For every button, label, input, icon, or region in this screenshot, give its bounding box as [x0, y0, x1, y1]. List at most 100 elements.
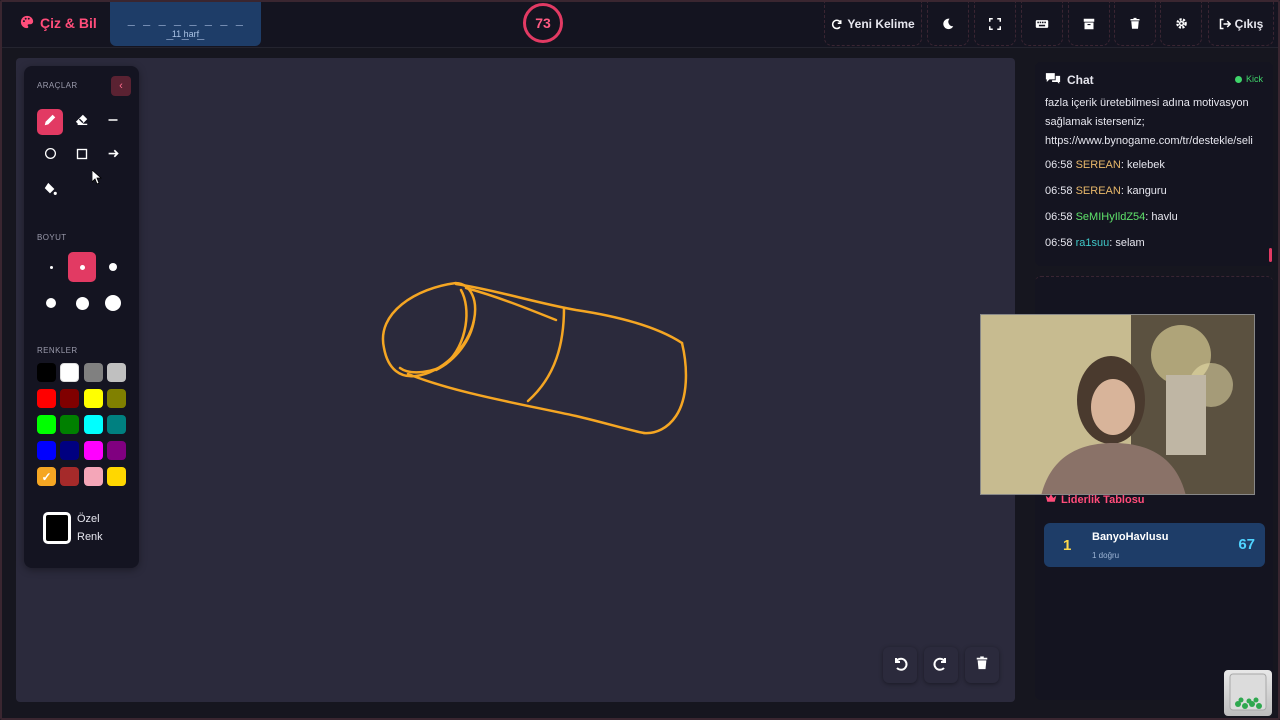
color-swatch[interactable]: ✓: [37, 467, 56, 486]
settings-button[interactable]: [1160, 2, 1202, 46]
kick-label: Kick: [1245, 74, 1263, 84]
stroke-bottom-line: [406, 372, 646, 435]
round-timer: 73: [523, 3, 563, 43]
stroke-end-rim: [434, 318, 476, 372]
color-swatch[interactable]: [83, 415, 103, 434]
message-text: : kelebek: [1120, 159, 1165, 171]
leader-correct-count: 1 doğru: [1092, 551, 1120, 560]
leader-rank: 1: [1063, 537, 1072, 554]
mouse-cursor-icon: [92, 170, 102, 185]
clear-canvas-button[interactable]: [965, 647, 999, 683]
message-time: 06:58: [1045, 211, 1073, 223]
size-option-1[interactable]: [37, 252, 65, 282]
size-option-3[interactable]: [99, 252, 127, 282]
line-icon: [107, 113, 119, 131]
color-swatch[interactable]: [37, 389, 56, 408]
logout-icon: [1219, 18, 1231, 30]
keyboard-button[interactable]: [1021, 2, 1063, 46]
color-swatch[interactable]: [106, 389, 126, 408]
chat-intro: fazla içerik üretebilmesi adına motivasy…: [1045, 94, 1267, 151]
new-word-label: Yeni Kelime: [847, 16, 915, 31]
color-swatch[interactable]: [106, 363, 126, 382]
chat-intro-line: fazla içerik üretebilmesi adına motivasy…: [1045, 97, 1249, 109]
custom-color-picker[interactable]: [43, 512, 71, 544]
exit-button[interactable]: Çıkış: [1208, 2, 1274, 46]
palette-icon: [20, 15, 34, 32]
theme-toggle-button[interactable]: [927, 2, 969, 46]
message-user: SEREAN: [1075, 185, 1121, 197]
color-swatch[interactable]: [83, 363, 103, 382]
message-text: : havlu: [1145, 211, 1178, 223]
fill-tool[interactable]: [37, 178, 63, 204]
color-swatch[interactable]: [106, 467, 126, 486]
kick-status: Kick: [1234, 74, 1263, 84]
webcam-image: [981, 315, 1254, 494]
color-swatch[interactable]: [37, 415, 56, 434]
size-section-title: BOYUT: [37, 233, 67, 242]
line-tool[interactable]: [100, 109, 126, 135]
gear-icon: [1175, 17, 1188, 30]
stroke-inner-end: [398, 288, 468, 374]
color-swatch[interactable]: [60, 467, 80, 486]
check-icon: ✓: [41, 469, 52, 484]
chevron-left-icon: ‹: [119, 80, 123, 92]
color-swatch[interactable]: [60, 389, 80, 408]
custom-color-label: Özel Renk: [77, 513, 103, 543]
drawing-strokes: [381, 281, 688, 435]
stroke-outer-end: [381, 281, 477, 378]
message-text: : selam: [1109, 237, 1145, 249]
size-option-6[interactable]: [99, 288, 127, 318]
tools-panel: ARAÇLAR ‹ BOYUT RENKLER ✓ Özel Renk: [24, 66, 139, 568]
undo-button[interactable]: [883, 647, 917, 683]
leader-score: 67: [1238, 536, 1255, 553]
letter-count: 11 harf: [171, 29, 200, 39]
chat-scrollbar[interactable]: [1269, 248, 1272, 262]
tools-section-title: ARAÇLAR: [37, 81, 78, 90]
archive-icon: [1083, 18, 1095, 30]
color-swatch[interactable]: [37, 363, 56, 382]
color-swatch[interactable]: [83, 467, 103, 486]
new-word-button[interactable]: Yeni Kelime: [824, 2, 922, 46]
size-option-4[interactable]: [37, 288, 65, 318]
archive-button[interactable]: [1068, 2, 1110, 46]
color-swatch[interactable]: [106, 415, 126, 434]
size-option-5[interactable]: [68, 288, 96, 318]
color-swatch[interactable]: [83, 389, 103, 408]
fullscreen-button[interactable]: [974, 2, 1016, 46]
timer-value: 73: [535, 15, 551, 31]
arrow-tool[interactable]: [100, 143, 126, 169]
colors-section-title: RENKLER: [37, 346, 78, 355]
message-time: 06:58: [1045, 185, 1073, 197]
fullscreen-icon: [989, 17, 1001, 30]
chat-bubble-icon: [1045, 72, 1061, 88]
chat-message: 06:58 ra1suu: selam: [1045, 237, 1145, 249]
color-swatch[interactable]: [60, 441, 80, 460]
redo-button[interactable]: [924, 647, 958, 683]
pencil-tool[interactable]: [37, 109, 63, 135]
message-time: 06:58: [1045, 159, 1073, 171]
color-swatch[interactable]: [106, 441, 126, 460]
message-time: 06:58: [1045, 237, 1073, 249]
color-swatch[interactable]: [83, 441, 103, 460]
leaderboard-row: 1 BanyoHavlusu 1 doğru 67: [1044, 523, 1265, 567]
chat-intro-line: https://www.bynogame.com/tr/destekle/sel…: [1045, 135, 1253, 147]
leaderboard-title: Liderlik Tablosu: [1045, 493, 1145, 506]
rectangle-tool[interactable]: [69, 143, 95, 169]
leaderboard-title-text: Liderlik Tablosu: [1061, 493, 1145, 506]
keyboard-icon: [1035, 18, 1049, 30]
circle-tool[interactable]: [37, 143, 63, 169]
app-logo[interactable]: Çiz & Bil: [20, 13, 97, 33]
delete-button[interactable]: [1114, 2, 1156, 46]
chat-title: Chat: [1067, 73, 1094, 87]
color-swatch[interactable]: [37, 441, 56, 460]
eraser-tool[interactable]: [69, 109, 95, 135]
top-bar: Çiz & Bil _ _ _ _ _ _ _ _ _ _ _ 11 harf …: [2, 2, 1278, 48]
color-swatch[interactable]: [60, 415, 80, 434]
exit-label: Çıkış: [1234, 16, 1264, 31]
size-option-2[interactable]: [68, 252, 96, 282]
collapse-tools-button[interactable]: ‹: [111, 76, 131, 96]
color-swatch[interactable]: [60, 363, 80, 382]
crown-icon: [1045, 493, 1057, 506]
drawing-canvas[interactable]: [16, 58, 1015, 702]
redo-icon: [933, 655, 949, 676]
